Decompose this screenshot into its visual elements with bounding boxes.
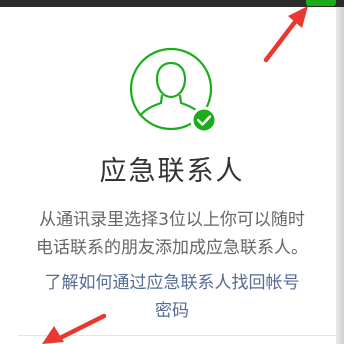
description-line: 电话联系的朋友添加成应急联系人。 <box>36 238 308 258</box>
description-text: 从通讯录里选择3位以上你可以随时 电话联系的朋友添加成应急联系人。 <box>0 206 344 262</box>
person-avatar-with-check-icon <box>129 47 218 134</box>
red-arrow-icon <box>263 6 308 63</box>
avatar <box>128 46 218 136</box>
red-arrow-icon <box>42 313 107 344</box>
background-edge <box>336 7 344 344</box>
help-link-line[interactable]: 了解如何通过应急联系人找回帐号 <box>0 269 344 297</box>
page-title: 应急联系人 <box>99 156 245 187</box>
description-line: 从通讯录里选择3位以上你可以随时 <box>39 210 305 230</box>
